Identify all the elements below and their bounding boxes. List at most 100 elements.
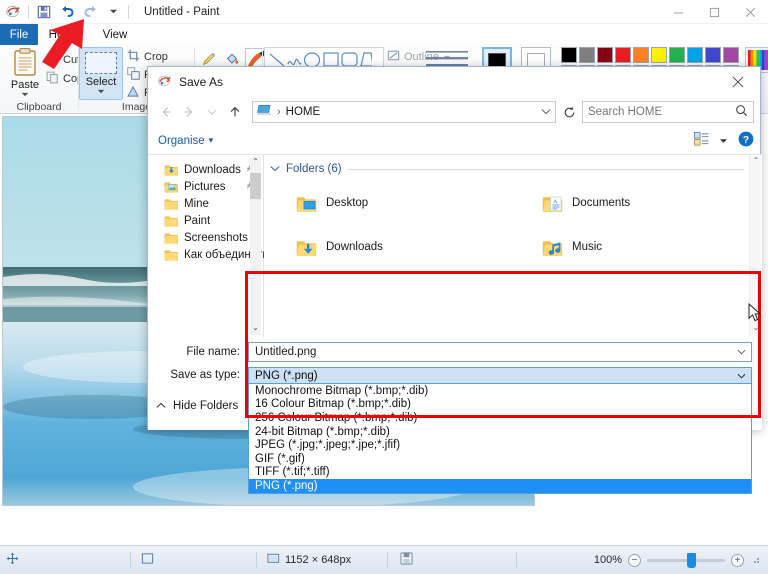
window-title: Untitled - Paint xyxy=(144,5,220,18)
save-as-type-option[interactable]: GIF (*.gif) xyxy=(249,452,751,466)
search-box[interactable]: Search HOME xyxy=(582,101,754,123)
palette-swatch-r1-7[interactable] xyxy=(687,47,703,63)
file-list-pane[interactable]: Folders (6) Desktop A Documents Downloads Mu… xyxy=(264,155,762,338)
save-as-type-option[interactable]: TIFF (*.tif;*.tiff) xyxy=(249,466,751,480)
zoom-control[interactable]: 100% − + xyxy=(594,552,760,568)
navigation-pane[interactable]: Downloads Pictures Mine Paint Screenshots Как… xyxy=(148,155,268,338)
paint-logo-icon[interactable] xyxy=(5,4,21,20)
chevron-down-icon[interactable] xyxy=(270,163,280,175)
breadcrumb-separator[interactable]: › xyxy=(277,106,281,118)
folder-icon xyxy=(164,214,178,228)
list-scroll-up-icon[interactable]: ⌃ xyxy=(750,156,762,169)
folder-item-label: Music xyxy=(572,241,603,253)
palette-swatch-r1-8[interactable] xyxy=(705,47,721,63)
change-view-caret-icon[interactable] xyxy=(719,136,728,146)
search-icon[interactable] xyxy=(735,104,748,120)
palette-swatch-r1-4[interactable] xyxy=(633,47,649,63)
recent-locations-button[interactable] xyxy=(202,102,222,122)
select-label: Select xyxy=(85,76,117,88)
up-one-level-button[interactable] xyxy=(225,102,245,122)
resize-icon xyxy=(127,67,140,83)
folders-group-header[interactable]: Folders (6) xyxy=(270,163,762,175)
palette-swatch-r1-5[interactable] xyxy=(651,47,667,63)
palette-swatch-r1-3[interactable] xyxy=(615,47,631,63)
status-separator-4 xyxy=(516,552,517,568)
save-as-type-caret-icon[interactable] xyxy=(737,371,746,381)
nav-pane-scrollbar[interactable]: ⌃ ⌄ xyxy=(250,157,261,335)
file-name-dropdown-icon[interactable] xyxy=(737,347,746,357)
crosshair-icon xyxy=(6,552,19,568)
save-as-type-option[interactable]: 24-bit Bitmap (*.bmp;*.dib) xyxy=(249,425,751,439)
image-size-icon xyxy=(267,552,280,568)
back-button[interactable] xyxy=(156,102,176,122)
crop-icon xyxy=(127,49,140,65)
maximize-button[interactable] xyxy=(696,0,732,24)
folder-item[interactable]: Desktop xyxy=(270,181,516,225)
group-header-line xyxy=(347,168,744,170)
palette-swatch-r1-6[interactable] xyxy=(669,47,685,63)
nav-pane-item[interactable]: Paint xyxy=(148,212,263,229)
dialog-title: Save As xyxy=(179,75,224,89)
breadcrumb-current[interactable]: HOME xyxy=(286,106,321,118)
status-image-size: 1152 × 648px xyxy=(257,546,387,574)
search-input[interactable]: Search HOME xyxy=(588,106,735,118)
mouse-cursor xyxy=(748,302,762,325)
save-as-type-option[interactable]: PNG (*.png) xyxy=(249,479,751,493)
folder-item[interactable]: Music xyxy=(516,225,762,269)
save-as-type-combobox[interactable]: PNG (*.png) xyxy=(248,367,752,384)
address-breadcrumb-bar[interactable]: › HOME xyxy=(252,101,556,123)
help-icon[interactable]: ? xyxy=(738,131,754,150)
hide-folders-button[interactable]: Hide Folders xyxy=(156,400,238,412)
folder-icon xyxy=(164,197,178,211)
nav-pane-item[interactable]: Screenshots xyxy=(148,229,263,246)
nav-pane-item[interactable]: Как объединить xyxy=(148,246,268,263)
save-as-type-option[interactable]: Monochrome Bitmap (*.bmp;*.dib) xyxy=(249,384,751,398)
save-as-type-option[interactable]: JPEG (*.jpg;*.jpeg;*.jpe;*.jfif) xyxy=(249,438,751,452)
palette-swatch-r1-2[interactable] xyxy=(597,47,613,63)
folder-item[interactable]: A Documents xyxy=(516,181,762,225)
breadcrumb-dropdown-icon[interactable] xyxy=(541,107,551,117)
tab-view[interactable]: View xyxy=(90,24,140,45)
save-as-dialog: Save As › HOME Search HOME Organise ▾ ? … xyxy=(147,66,762,494)
save-as-type-dropdown-list[interactable]: Monochrome Bitmap (*.bmp;*.dib) 16 Colour… xyxy=(248,384,752,494)
close-button[interactable] xyxy=(732,0,768,24)
rotate-icon xyxy=(127,85,140,101)
palette-swatch-r1-0[interactable] xyxy=(561,47,577,63)
minimize-button[interactable] xyxy=(660,0,696,24)
crop-button[interactable]: Crop xyxy=(127,49,168,65)
nav-scroll-down-icon[interactable]: ⌄ xyxy=(250,323,261,335)
folder-item[interactable]: Downloads xyxy=(270,225,516,269)
zoom-out-button[interactable]: − xyxy=(628,553,641,567)
chevron-up-icon xyxy=(156,400,166,412)
nav-pane-item[interactable]: Mine xyxy=(148,195,263,212)
nav-scroll-up-icon[interactable]: ⌃ xyxy=(250,157,261,169)
outline-icon xyxy=(387,49,400,65)
dialog-close-button[interactable] xyxy=(716,67,760,97)
nav-pane-item[interactable]: Downloads xyxy=(148,161,263,178)
palette-swatch-r1-9[interactable] xyxy=(723,47,739,63)
save-as-type-option[interactable]: 16 Colour Bitmap (*.bmp;*.dib) xyxy=(249,398,751,412)
file-name-input[interactable]: Untitled.png xyxy=(248,342,752,362)
nav-pane-item[interactable]: Pictures xyxy=(148,178,263,195)
dialog-title-bar: Save As xyxy=(148,67,760,97)
organise-caret-icon[interactable]: ▾ xyxy=(209,135,214,146)
zoom-slider-track[interactable] xyxy=(647,552,725,568)
forward-button[interactable] xyxy=(179,102,199,122)
palette-swatch-r1-1[interactable] xyxy=(579,47,595,63)
save-as-type-option[interactable]: 256 Colour Bitmap (*.bmp;*.dib) xyxy=(249,411,751,425)
resize-grip[interactable] xyxy=(750,554,760,567)
organise-button[interactable]: Organise xyxy=(158,135,205,147)
folder-item-label: Documents xyxy=(572,197,631,209)
customize-qat-icon[interactable] xyxy=(105,4,121,20)
palette-row-1[interactable] xyxy=(561,47,739,63)
status-bar: 1152 × 648px 100% − + xyxy=(0,545,768,574)
paste-label: Paste xyxy=(10,79,40,91)
zoom-in-button[interactable]: + xyxy=(731,553,744,567)
title-bar: Untitled - Paint xyxy=(0,0,768,24)
nav-scroll-thumb[interactable] xyxy=(250,173,261,199)
change-view-icon[interactable] xyxy=(694,132,709,149)
refresh-button[interactable] xyxy=(559,101,579,123)
zoom-slider-thumb[interactable] xyxy=(687,552,696,568)
command-bar-right: ? xyxy=(694,131,754,150)
folders-grid[interactable]: Desktop A Documents Downloads Music xyxy=(270,181,762,269)
